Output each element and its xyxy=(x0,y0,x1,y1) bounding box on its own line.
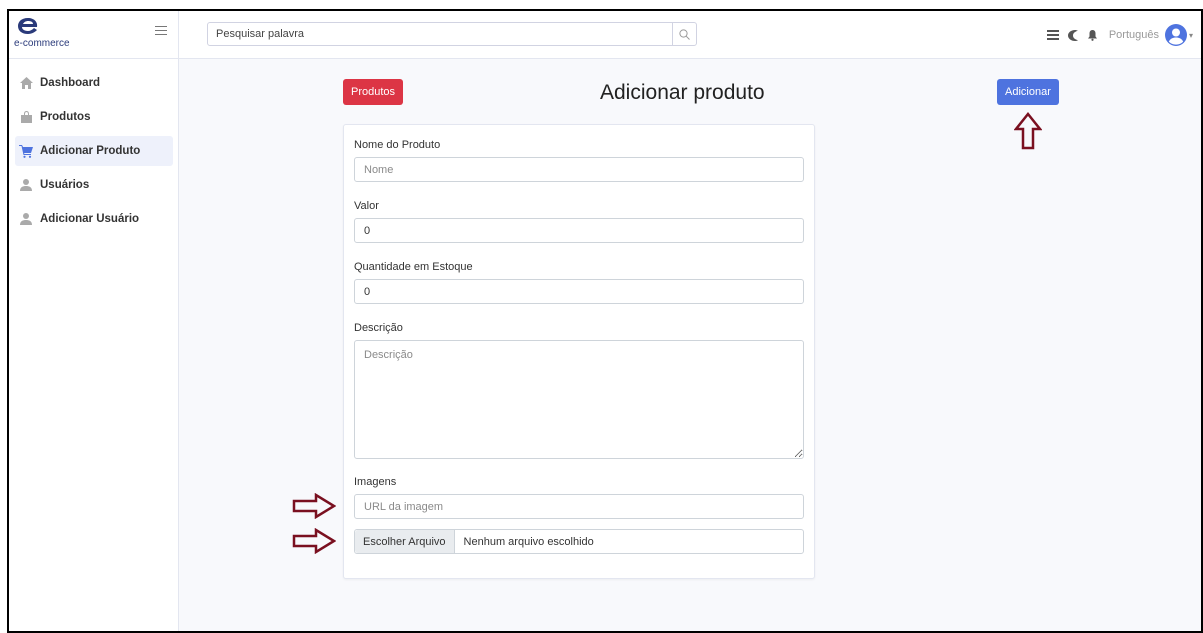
list-icon[interactable] xyxy=(1045,27,1061,43)
search-input[interactable] xyxy=(208,23,672,45)
sidebar-item-dashboard[interactable]: Dashboard xyxy=(15,68,173,98)
file-status-text: Nenhum arquivo escolhido xyxy=(463,535,594,548)
sidebar-item-label: Dashboard xyxy=(40,77,101,89)
topbar-actions: Português ▾ xyxy=(1041,22,1193,48)
search-icon xyxy=(679,28,690,40)
annotation-arrow-right-icon xyxy=(292,493,336,519)
e-logo-icon xyxy=(18,18,38,34)
chevron-down-icon[interactable]: ▾ xyxy=(1189,31,1193,40)
hamburger-icon[interactable] xyxy=(155,26,167,38)
description-textarea[interactable] xyxy=(354,340,804,459)
produtos-button[interactable]: Produtos xyxy=(343,79,404,105)
product-name-input[interactable] xyxy=(354,157,804,182)
sidebar-item-label: Usuários xyxy=(40,179,90,191)
images-label: Imagens xyxy=(354,476,397,488)
user-avatar-icon[interactable] xyxy=(1164,24,1187,46)
choose-file-button[interactable]: Escolher Arquivo xyxy=(355,530,455,553)
description-label: Descrição xyxy=(354,322,403,334)
annotation-arrow-up-icon xyxy=(1014,112,1042,150)
sidebar: e-commerce Dashboard Produtos Adicionar … xyxy=(9,11,179,631)
home-icon xyxy=(19,76,33,90)
sidebar-item-produtos[interactable]: Produtos xyxy=(15,102,173,132)
search-box xyxy=(207,22,697,46)
value-label: Valor xyxy=(354,200,379,212)
sidebar-item-usuarios[interactable]: Usuários xyxy=(15,170,173,200)
sidebar-item-label: Adicionar Usuário xyxy=(40,213,140,225)
product-form-card: Nome do Produto Valor Quantidade em Esto… xyxy=(343,124,815,579)
user-icon xyxy=(19,178,33,192)
search-button[interactable] xyxy=(672,23,696,45)
language-selector[interactable]: Português xyxy=(1109,29,1159,41)
add-product-button[interactable]: Adicionar xyxy=(997,79,1059,105)
file-input: Escolher Arquivo Nenhum arquivo escolhid… xyxy=(354,529,804,554)
brand[interactable]: e-commerce xyxy=(9,11,179,59)
sidebar-nav: Dashboard Produtos Adicionar Produto Usu… xyxy=(9,68,179,238)
sidebar-item-adicionar-usuario[interactable]: Adicionar Usuário xyxy=(15,204,173,234)
stock-label: Quantidade em Estoque xyxy=(354,261,473,273)
bag-icon xyxy=(19,110,33,124)
image-url-input[interactable] xyxy=(354,494,804,519)
moon-icon[interactable] xyxy=(1065,27,1081,43)
user-icon xyxy=(19,212,33,226)
value-input[interactable] xyxy=(354,218,804,243)
bell-icon[interactable] xyxy=(1085,27,1101,43)
topbar: Português ▾ xyxy=(179,11,1201,59)
sidebar-item-label: Adicionar Produto xyxy=(40,145,141,157)
app-window: e-commerce Dashboard Produtos Adicionar … xyxy=(7,9,1203,633)
cart-icon xyxy=(19,144,33,158)
sidebar-item-label: Produtos xyxy=(40,111,91,123)
page-title: Adicionar produto xyxy=(600,81,765,104)
brand-name: e-commerce xyxy=(14,38,70,49)
annotation-arrow-right-icon xyxy=(292,528,336,554)
product-name-label: Nome do Produto xyxy=(354,139,441,151)
stock-input[interactable] xyxy=(354,279,804,304)
sidebar-item-adicionar-produto[interactable]: Adicionar Produto xyxy=(15,136,173,166)
